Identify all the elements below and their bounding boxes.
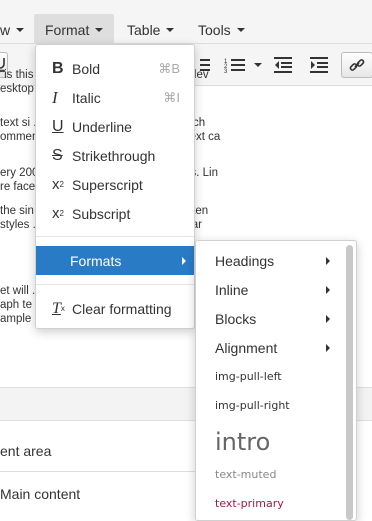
submenu-item-label: intro: [215, 428, 271, 456]
chevron-right-icon: [326, 315, 330, 323]
chevron-right-icon: [326, 344, 330, 352]
content-area-label: ent area: [0, 443, 52, 459]
shortcut-label: ⌘B: [158, 60, 180, 76]
menu-item-strikethrough[interactable]: S Strikethrough: [36, 141, 194, 170]
clear-formatting-icon: Tx: [52, 299, 65, 317]
menu-item-label: Subscript: [72, 205, 131, 222]
submenu-item-text-primary[interactable]: text-primary: [196, 489, 342, 518]
submenu-item-label: text-primary: [215, 497, 284, 510]
menu-tools[interactable]: Tools: [198, 14, 245, 44]
chevron-down-icon: [16, 28, 25, 32]
link-icon: [349, 59, 365, 71]
shortcut-label: ⌘I: [163, 89, 180, 105]
menu-item-label: Formats: [70, 252, 122, 269]
menu-item-italic[interactable]: I Italic ⌘I: [36, 83, 194, 112]
numbered-list-button[interactable]: 1 2 3: [220, 52, 266, 78]
format-dropdown: B Bold ⌘B I Italic ⌘I U Underline S Stri…: [35, 44, 195, 329]
chevron-right-icon: [326, 286, 330, 294]
submenu-item-headings[interactable]: Headings: [196, 246, 342, 275]
main-content-label: Main content: [0, 486, 81, 502]
superscript-icon: x2: [52, 176, 64, 193]
outdent-icon: [274, 57, 292, 73]
submenu-item-intro[interactable]: intro: [196, 423, 342, 461]
menu-item-underline[interactable]: U Underline: [36, 112, 194, 141]
menu-item-formats[interactable]: Formats: [36, 246, 194, 275]
indent-button[interactable]: [306, 52, 332, 78]
menu-item-label: Clear formatting: [72, 300, 172, 317]
numbered-list-icon: 1 2 3: [224, 59, 262, 73]
menu-bar: w Format Table Tools: [0, 0, 372, 44]
menu-item-label: Underline: [72, 118, 132, 135]
chevron-down-icon: [236, 28, 245, 32]
menu-item-superscript[interactable]: x2 Superscript: [36, 170, 194, 199]
menu-view[interactable]: w: [0, 14, 25, 44]
submenu-item-alignment[interactable]: Alignment: [196, 333, 342, 362]
strikethrough-icon: S: [52, 146, 63, 164]
submenu-scrollbar[interactable]: [346, 245, 353, 520]
indent-icon: [310, 57, 328, 73]
submenu-item-label: Alignment: [215, 339, 278, 356]
insert-link-button[interactable]: [341, 52, 372, 78]
menu-divider: [36, 284, 194, 285]
chevron-right-icon: [326, 257, 330, 265]
chevron-right-icon: [182, 257, 186, 265]
italic-icon: I: [52, 87, 58, 107]
menu-view-label: w: [0, 22, 11, 38]
submenu-item-img-pull-right[interactable]: img-pull-right: [196, 391, 342, 420]
menu-item-clear-formatting[interactable]: Tx Clear formatting: [36, 294, 194, 323]
menu-divider: [36, 236, 194, 237]
submenu-item-label: img-pull-right: [215, 399, 290, 412]
menu-format-label: Format: [45, 22, 90, 38]
submenu-item-label: text-muted: [215, 468, 277, 481]
menu-item-label: Italic: [72, 89, 101, 106]
menu-item-bold[interactable]: B Bold ⌘B: [36, 54, 194, 83]
menu-table[interactable]: Table: [127, 14, 175, 44]
outdent-button[interactable]: [270, 52, 296, 78]
chevron-down-icon: [166, 28, 175, 32]
subscript-icon: x2: [52, 205, 64, 222]
menu-table-label: Table: [127, 22, 161, 38]
submenu-item-inline[interactable]: Inline: [196, 275, 342, 304]
underline-icon: U: [52, 117, 64, 135]
submenu-item-label: Headings: [215, 252, 275, 269]
menu-item-label: Superscript: [72, 176, 143, 193]
submenu-item-label: img-pull-left: [215, 370, 282, 383]
menu-item-label: Bold: [72, 60, 101, 77]
menu-item-label: Strikethrough: [72, 147, 156, 164]
chevron-down-icon: [95, 28, 104, 32]
menu-tools-label: Tools: [198, 22, 231, 38]
svg-text:3: 3: [224, 69, 228, 73]
editor-line: ample: [0, 313, 32, 325]
formats-submenu: Headings Inline Blocks Alignment img-pul…: [195, 240, 357, 521]
menu-item-subscript[interactable]: x2 Subscript: [36, 199, 194, 228]
submenu-item-img-pull-left[interactable]: img-pull-left: [196, 362, 342, 391]
menu-format[interactable]: Format: [34, 14, 114, 44]
submenu-item-label: Inline: [215, 281, 249, 298]
submenu-item-text-muted[interactable]: text-muted: [196, 460, 342, 489]
divider: [0, 471, 200, 472]
submenu-item-blocks[interactable]: Blocks: [196, 304, 342, 333]
submenu-item-label: Blocks: [215, 310, 257, 327]
bold-icon: B: [52, 59, 64, 77]
